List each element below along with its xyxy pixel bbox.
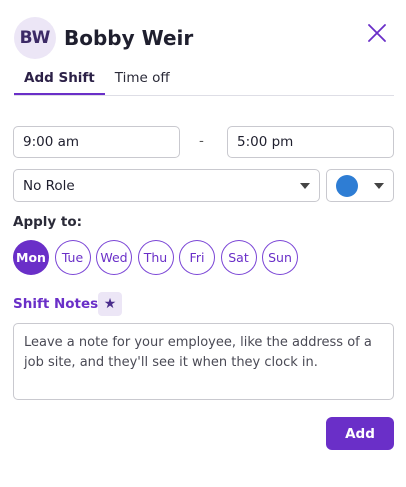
employee-name: Bobby Weir: [64, 26, 194, 50]
role-select-value: No Role: [23, 177, 75, 194]
star-icon[interactable]: ★: [98, 292, 122, 316]
caret-down-icon: [300, 182, 310, 189]
end-time-field[interactable]: 5:00 pm: [227, 126, 394, 158]
shift-notes-input[interactable]: Leave a note for your employee, like the…: [13, 323, 394, 400]
tab-time-off[interactable]: Time off: [105, 66, 180, 95]
day-wed[interactable]: Wed: [96, 240, 132, 275]
apply-to-label: Apply to:: [13, 214, 83, 230]
shift-notes-label: Shift Notes:: [13, 296, 104, 312]
day-sat[interactable]: Sat: [220, 240, 257, 275]
day-mon[interactable]: Mon: [13, 240, 49, 275]
time-separator: -: [199, 133, 204, 149]
dialog-header: BW Bobby Weir: [14, 16, 394, 60]
day-selector: Mon Tue Wed Thu Fri Sat Sun: [13, 240, 304, 275]
day-tue[interactable]: Tue: [54, 240, 91, 275]
color-select[interactable]: [326, 169, 394, 202]
tab-add-shift[interactable]: Add Shift: [14, 66, 105, 95]
color-swatch: [336, 174, 358, 197]
role-select[interactable]: No Role: [13, 169, 320, 202]
tab-bar: Add Shift Time off: [14, 66, 394, 96]
day-fri[interactable]: Fri: [179, 240, 215, 275]
close-icon[interactable]: [364, 20, 390, 46]
caret-down-icon: [374, 182, 384, 189]
add-button[interactable]: Add: [326, 417, 394, 450]
start-time-field[interactable]: 9:00 am: [13, 126, 180, 158]
day-sun[interactable]: Sun: [262, 240, 298, 275]
avatar: BW: [14, 17, 56, 59]
day-thu[interactable]: Thu: [137, 240, 174, 275]
